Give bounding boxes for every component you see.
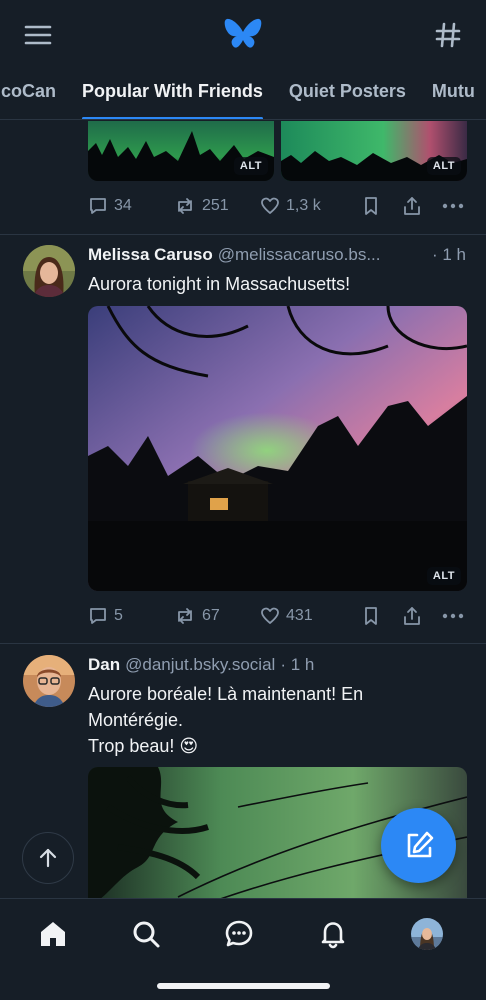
compose-button[interactable] xyxy=(381,808,456,883)
repost-icon xyxy=(178,198,192,214)
top-bar xyxy=(0,0,486,70)
search-icon[interactable] xyxy=(126,914,166,954)
share-icon[interactable] xyxy=(402,196,442,216)
post-image-1[interactable]: ALT xyxy=(88,121,274,181)
bell-icon[interactable] xyxy=(313,914,353,954)
avatar[interactable] xyxy=(23,245,75,297)
alt-badge[interactable]: ALT xyxy=(426,567,461,585)
more-icon[interactable] xyxy=(442,203,466,209)
bookmark-icon[interactable] xyxy=(362,606,402,626)
heart-icon xyxy=(261,607,279,624)
more-icon[interactable] xyxy=(442,613,466,619)
repost-button[interactable]: 251 xyxy=(174,196,260,216)
tab-quiet-posters[interactable]: Quiet Posters xyxy=(276,70,419,119)
like-button[interactable]: 1,3 k xyxy=(260,196,362,216)
post-divider xyxy=(0,234,486,235)
post-time[interactable]: · 1 h xyxy=(432,245,466,265)
post-divider xyxy=(0,643,486,644)
home-icon[interactable] xyxy=(33,914,73,954)
author-name[interactable]: Dan xyxy=(88,655,120,675)
scroll-to-top-button[interactable] xyxy=(22,832,74,884)
heart-icon xyxy=(261,197,279,214)
reply-button[interactable]: 34 xyxy=(88,196,174,216)
feed-tabs: coCan Popular With Friends Quiet Posters… xyxy=(0,70,486,120)
bluesky-butterfly-logo[interactable] xyxy=(223,15,263,55)
repost-button[interactable]: 67 xyxy=(174,606,260,626)
alt-badge[interactable]: ALT xyxy=(233,157,268,175)
reply-icon xyxy=(90,198,106,214)
arrow-up-icon xyxy=(39,848,57,868)
avatar[interactable] xyxy=(23,655,75,707)
tab-mutuals[interactable]: Mutu xyxy=(419,70,486,119)
post-actions: 5 67 431 xyxy=(88,604,466,628)
compose-icon xyxy=(407,831,433,857)
hashtag-icon[interactable] xyxy=(432,19,464,51)
author-name[interactable]: Melissa Caruso xyxy=(88,245,213,265)
tab-partial-left[interactable]: coCan xyxy=(0,70,69,119)
post-image-2[interactable]: ALT xyxy=(281,121,467,181)
profile-avatar[interactable] xyxy=(407,914,447,954)
reply-button[interactable]: 5 xyxy=(88,606,174,626)
post-header: Melissa Caruso @melissacaruso.bs... · 1 … xyxy=(88,245,466,265)
like-button[interactable]: 431 xyxy=(260,606,362,626)
reply-icon xyxy=(90,608,106,624)
share-icon[interactable] xyxy=(402,606,442,626)
repost-icon xyxy=(178,608,192,624)
post-header: Dan @danjut.bsky.social · 1 h xyxy=(88,655,466,675)
menu-icon[interactable] xyxy=(22,19,54,51)
tab-popular-with-friends[interactable]: Popular With Friends xyxy=(69,70,276,119)
post-text: Aurora tonight in Massachusetts! xyxy=(88,274,351,294)
author-handle[interactable]: @danjut.bsky.social xyxy=(125,655,275,675)
post-image[interactable]: ALT xyxy=(88,306,467,591)
chat-icon[interactable] xyxy=(219,914,259,954)
feed: ALT ALT 34 251 1,3 k Melissa Caruso @mel… xyxy=(0,121,486,898)
author-handle[interactable]: @melissacaruso.bs... xyxy=(218,245,381,265)
bookmark-icon[interactable] xyxy=(362,196,402,216)
alt-badge[interactable]: ALT xyxy=(426,157,461,175)
post-time[interactable]: · 1 h xyxy=(280,655,314,675)
home-indicator xyxy=(157,983,330,989)
post-text: Aurore boréale! Là maintenant! En Montér… xyxy=(88,684,364,756)
post-actions: 34 251 1,3 k xyxy=(88,194,466,218)
